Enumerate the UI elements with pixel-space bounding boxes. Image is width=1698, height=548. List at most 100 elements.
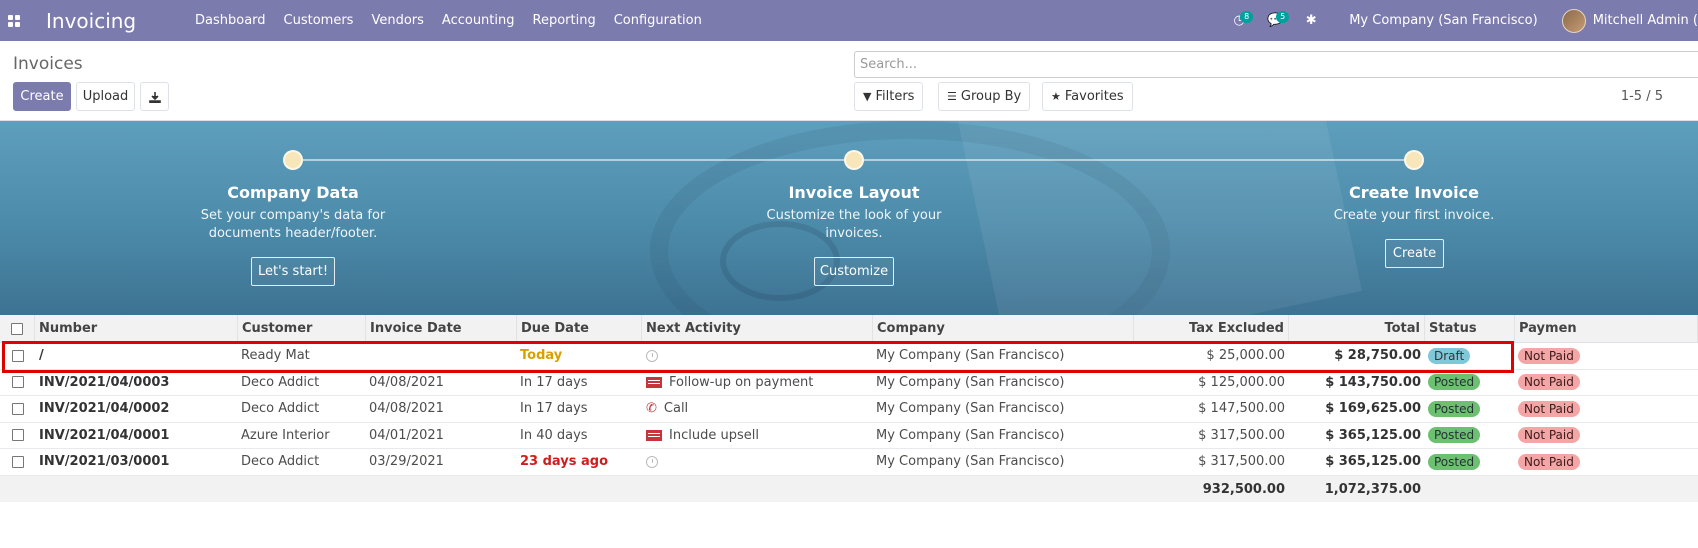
activity-label[interactable]: Call xyxy=(664,401,688,416)
cell-payment[interactable]: Not Paid xyxy=(1515,423,1698,449)
cell-total[interactable]: $ 365,125.00 xyxy=(1289,449,1425,475)
cell-invoice-date[interactable]: 04/08/2021 xyxy=(366,396,517,422)
cell-customer[interactable]: Deco Addict xyxy=(238,396,366,422)
cell-next-activity[interactable]: Follow-up on payment xyxy=(642,370,873,396)
phone-icon[interactable]: ✆ xyxy=(646,401,657,416)
download-button[interactable] xyxy=(140,82,169,111)
customize-button[interactable]: Customize xyxy=(814,257,894,286)
email-activity-icon[interactable] xyxy=(646,429,662,441)
activity-clock-icon[interactable] xyxy=(646,455,658,468)
app-brand[interactable]: Invoicing xyxy=(46,9,186,33)
cell-payment[interactable]: Not Paid xyxy=(1515,396,1698,422)
menu-configuration[interactable]: Configuration xyxy=(605,0,711,41)
group-by-button[interactable]: ☰ Group By xyxy=(938,82,1031,111)
cell-customer[interactable]: Deco Addict xyxy=(238,370,366,396)
row-checkbox[interactable] xyxy=(11,429,24,442)
cell-company[interactable]: My Company (San Francisco) xyxy=(873,370,1134,396)
cell-number[interactable]: INV/2021/04/0001 xyxy=(35,423,238,449)
col-payment[interactable]: Paymen xyxy=(1515,315,1698,342)
row-checkbox-cell[interactable] xyxy=(0,396,35,422)
menu-reporting[interactable]: Reporting xyxy=(524,0,605,41)
cell-due-date[interactable]: Today xyxy=(517,343,642,369)
cell-tax-excluded[interactable]: $ 317,500.00 xyxy=(1134,423,1289,449)
cell-tax-excluded[interactable]: $ 317,500.00 xyxy=(1134,449,1289,475)
cell-tax-excluded[interactable]: $ 125,000.00 xyxy=(1134,370,1289,396)
cell-company[interactable]: My Company (San Francisco) xyxy=(873,423,1134,449)
table-row[interactable]: INV/2021/04/0002 Deco Addict 04/08/2021 In … xyxy=(0,396,1698,423)
col-next-activity[interactable]: Next Activity xyxy=(642,315,873,342)
cell-total[interactable]: $ 365,125.00 xyxy=(1289,423,1425,449)
cell-status[interactable]: Posted xyxy=(1425,449,1515,475)
create-button[interactable]: Create xyxy=(13,82,71,111)
activity-clock-icon[interactable]: ◷ 8 xyxy=(1221,0,1257,41)
cell-number[interactable]: INV/2021/04/0003 xyxy=(35,370,238,396)
cell-invoice-date[interactable]: 04/01/2021 xyxy=(366,423,517,449)
activity-label[interactable]: Include upsell xyxy=(669,428,759,443)
cell-payment[interactable]: Not Paid xyxy=(1515,449,1698,475)
cell-tax-excluded[interactable]: $ 147,500.00 xyxy=(1134,396,1289,422)
cell-number[interactable]: / xyxy=(35,343,238,369)
pager-value[interactable]: 1-5 / 5 xyxy=(1621,89,1663,104)
cell-customer[interactable]: Deco Addict xyxy=(238,449,366,475)
cell-invoice-date[interactable]: 03/29/2021 xyxy=(366,449,517,475)
cell-customer[interactable]: Ready Mat xyxy=(238,343,366,369)
table-row[interactable]: INV/2021/04/0001 Azure Interior 04/01/2021… xyxy=(0,423,1698,449)
cell-number[interactable]: INV/2021/03/0001 xyxy=(35,449,238,475)
col-company[interactable]: Company xyxy=(873,315,1134,342)
company-switcher[interactable]: My Company (San Francisco) xyxy=(1337,13,1549,28)
col-status[interactable]: Status xyxy=(1425,315,1515,342)
menu-customers[interactable]: Customers xyxy=(275,0,363,41)
upload-button[interactable]: Upload xyxy=(76,82,135,111)
apps-menu-icon[interactable] xyxy=(8,14,20,27)
cell-due-date[interactable]: In 40 days xyxy=(517,423,642,449)
cell-due-date[interactable]: In 17 days xyxy=(517,370,642,396)
cell-status[interactable]: Posted xyxy=(1425,423,1515,449)
cell-next-activity[interactable] xyxy=(642,449,873,475)
create-invoice-button[interactable]: Create xyxy=(1385,239,1444,268)
row-checkbox-cell[interactable] xyxy=(0,423,35,449)
cell-total[interactable]: $ 28,750.00 xyxy=(1289,343,1425,369)
lets-start-button[interactable]: Let's start! xyxy=(251,257,335,286)
cell-next-activity[interactable]: Include upsell xyxy=(642,423,873,449)
cell-status[interactable]: Draft xyxy=(1425,343,1515,369)
cell-status[interactable]: Posted xyxy=(1425,396,1515,422)
email-activity-icon[interactable] xyxy=(646,376,662,388)
cell-company[interactable]: My Company (San Francisco) xyxy=(873,449,1134,475)
select-all-checkbox-cell[interactable] xyxy=(0,315,35,342)
cell-company[interactable]: My Company (San Francisco) xyxy=(873,396,1134,422)
table-row[interactable]: / Ready Mat Today My Company (San Francisco… xyxy=(0,343,1698,370)
col-number[interactable]: Number xyxy=(35,315,238,342)
cell-due-date[interactable]: 23 days ago xyxy=(517,449,642,475)
col-invoice-date[interactable]: Invoice Date xyxy=(366,315,517,342)
row-checkbox[interactable] xyxy=(11,376,24,389)
col-due-date[interactable]: Due Date xyxy=(517,315,642,342)
cell-due-date[interactable]: In 17 days xyxy=(517,396,642,422)
col-tax-excluded[interactable]: Tax Excluded xyxy=(1134,315,1289,342)
cell-next-activity[interactable]: ✆ Call xyxy=(642,396,873,422)
search-input[interactable] xyxy=(854,51,1698,78)
row-checkbox-cell[interactable] xyxy=(0,343,35,369)
cell-company[interactable]: My Company (San Francisco) xyxy=(873,343,1134,369)
row-checkbox-cell[interactable] xyxy=(0,370,35,396)
cell-status[interactable]: Posted xyxy=(1425,370,1515,396)
cell-total[interactable]: $ 143,750.00 xyxy=(1289,370,1425,396)
cell-payment[interactable]: Not Paid xyxy=(1515,370,1698,396)
filters-button[interactable]: ▼ Filters xyxy=(854,82,924,111)
user-menu[interactable]: Mitchell Admin ( xyxy=(1561,8,1698,33)
cell-customer[interactable]: Azure Interior xyxy=(238,423,366,449)
cell-total[interactable]: $ 169,625.00 xyxy=(1289,396,1425,422)
table-row[interactable]: INV/2021/04/0003 Deco Addict 04/08/2021 In … xyxy=(0,370,1698,396)
table-row[interactable]: INV/2021/03/0001 Deco Addict 03/29/2021 23 … xyxy=(0,449,1698,476)
favorites-button[interactable]: ★ Favorites xyxy=(1042,82,1133,111)
cell-invoice-date[interactable] xyxy=(366,343,517,369)
row-checkbox[interactable] xyxy=(11,455,24,468)
col-total[interactable]: Total xyxy=(1289,315,1425,342)
menu-vendors[interactable]: Vendors xyxy=(362,0,432,41)
menu-accounting[interactable]: Accounting xyxy=(433,0,524,41)
activity-label[interactable]: Follow-up on payment xyxy=(669,375,813,390)
row-checkbox[interactable] xyxy=(11,402,24,415)
menu-dashboard[interactable]: Dashboard xyxy=(186,0,275,41)
debug-bug-icon[interactable]: ✱ xyxy=(1293,0,1329,41)
col-customer[interactable]: Customer xyxy=(238,315,366,342)
cell-next-activity[interactable] xyxy=(642,343,873,369)
